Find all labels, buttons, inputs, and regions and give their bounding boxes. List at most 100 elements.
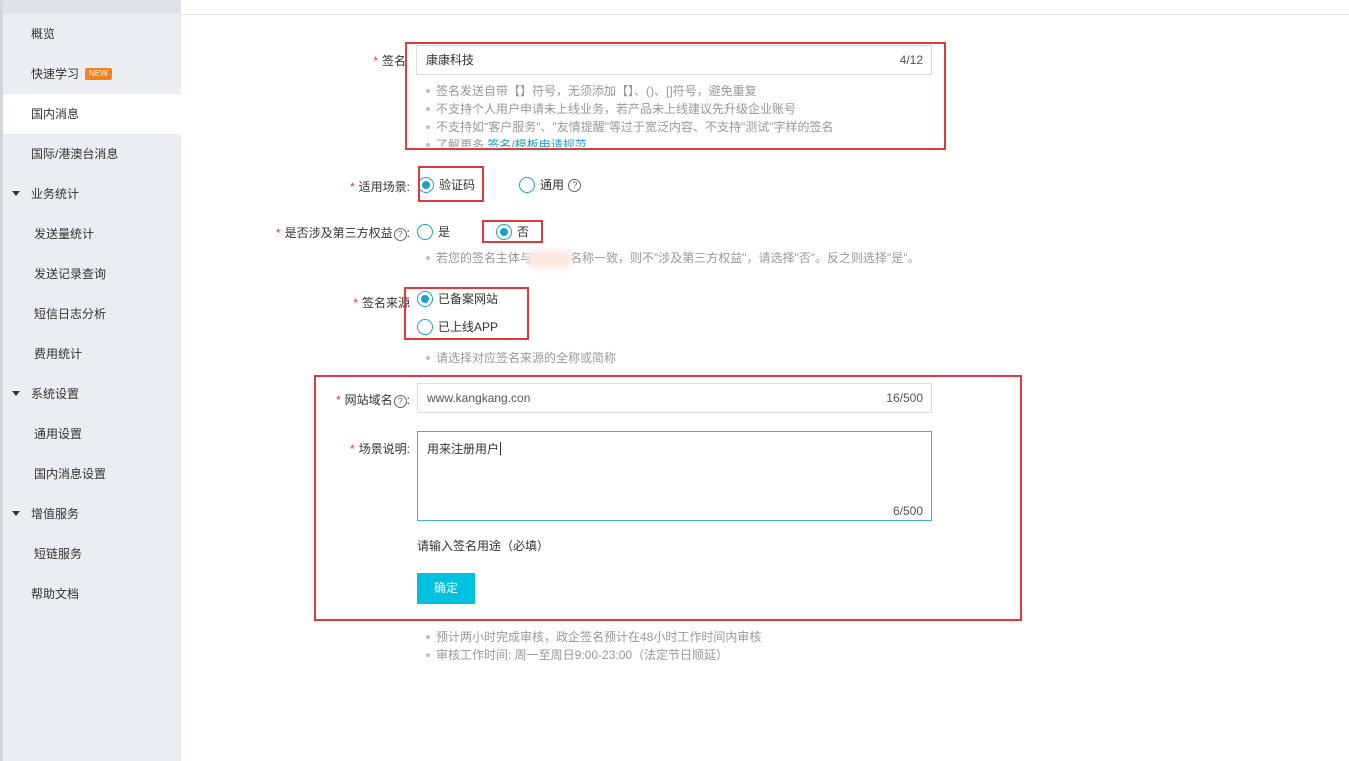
text-cursor [500, 442, 502, 455]
description-label: * 场景说明: [330, 440, 410, 457]
domain-value: www.kangkang.con [427, 391, 531, 405]
help-icon[interactable]: ? [393, 228, 407, 241]
footer-tips: 预计两小时完成审核，政企签名预计在48小时工作时间内审核 审核工作时间: 周一至… [425, 628, 761, 664]
spec-link[interactable]: 签名/模板申请规范 [487, 138, 586, 147]
sidebar-group-label: 系统设置 [31, 387, 80, 401]
third-party-label-text: 是否涉及第三方权益 [284, 226, 393, 240]
sidebar-item-general-settings[interactable]: 通用设置 [3, 414, 181, 454]
scenario-label: * 适用场景: [340, 178, 410, 195]
label-colon: : [406, 226, 410, 240]
radio-label: 已备案网站 [438, 291, 499, 306]
tip-item: 不支持如"客户服务"、"友情提醒"等过于宽泛内容、不支持"测试"字样的签名 [425, 118, 834, 136]
tip-item: 请选择对应签名来源的全称或简称 [425, 349, 616, 367]
sidebar-item-overview[interactable]: 概览 [3, 14, 181, 54]
radio-label: 通用 [540, 177, 565, 192]
sidebar-item-send-volume[interactable]: 发送量统计 [3, 214, 181, 254]
sidebar-item-help-docs[interactable]: 帮助文档 [3, 574, 181, 614]
radio-no[interactable]: 否 [496, 222, 529, 240]
radio-circle [496, 223, 512, 240]
description-textarea[interactable]: 用来注册用户 6/500 [417, 431, 932, 521]
radio-registered-website[interactable]: 已备案网站 [417, 289, 498, 307]
required-mark: * [275, 226, 281, 240]
sidebar-item-label: 通用设置 [34, 427, 83, 441]
sidebar-item-label: 国际/港澳台消息 [31, 147, 119, 161]
required-mark: * [373, 54, 378, 68]
description-label-text: 场景说明: [358, 442, 410, 456]
scenario-label-text: 适用场景: [358, 180, 410, 194]
domain-input[interactable]: www.kangkang.con 16/500 [417, 383, 932, 413]
tip-item: 签名发送自带【】符号，无须添加【】、()、[]符号，避免重复 [425, 82, 834, 100]
radio-label: 已上线APP [438, 319, 499, 334]
new-badge: NEW [85, 68, 112, 80]
radio-verification-code[interactable]: 验证码 [418, 175, 475, 193]
sidebar-item-label: 快速学习 [31, 67, 80, 81]
description-hint: 请输入签名用途（必填） [417, 539, 550, 553]
sidebar-top-strip [3, 0, 181, 14]
sidebar-group-business-stats[interactable]: 业务统计 [3, 174, 181, 214]
sidebar-item-label: 发送量统计 [34, 227, 95, 241]
signature-tips: 签名发送自带【】符号，无须添加【】、()、[]符号，避免重复 不支持个人用户申请… [425, 82, 834, 147]
sidebar-item-domestic-settings[interactable]: 国内消息设置 [3, 454, 181, 494]
sidebar-item-short-link[interactable]: 短链服务 [3, 534, 181, 574]
radio-yes[interactable]: 是 [417, 222, 450, 240]
source-label-text: 签名来源 [361, 296, 410, 310]
sidebar-item-quick-learn[interactable]: 快速学习 NEW [3, 54, 181, 94]
sidebar-item-send-records[interactable]: 发送记录查询 [3, 254, 181, 294]
tip-item: 审核工作时间: 周一至周日9:00-23:00（法定节日顺延） [425, 646, 761, 664]
radio-online-app[interactable]: 已上线APP [417, 317, 498, 335]
required-mark: * [349, 180, 355, 194]
tip-item-more: 了解更多 签名/模板申请规范 [425, 136, 834, 147]
sidebar-group-system-settings[interactable]: 系统设置 [3, 374, 181, 414]
help-icon[interactable]: ? [393, 395, 407, 408]
top-divider [181, 14, 1349, 15]
redaction-blur [528, 250, 572, 268]
sidebar: 概览 快速学习 NEW 国内消息 国际/港澳台消息 业务统计 发送量统计 发送记录… [0, 0, 181, 761]
third-party-tips: 若您的签名主体与 名称一致，则不"涉及第三方权益"，请选择"否"。反之则选择"是"… [425, 249, 920, 267]
description-char-count: 6/500 [892, 504, 923, 518]
radio-circle [417, 223, 433, 240]
sidebar-item-label: 国内消息 [31, 107, 80, 121]
tip-part-1: 若您的签名主体与 [436, 251, 533, 265]
sidebar-item-label: 帮助文档 [31, 587, 80, 601]
sidebar-item-label: 概览 [31, 27, 56, 41]
required-mark: * [335, 393, 341, 407]
confirm-button[interactable]: 确定 [417, 573, 475, 604]
radio-circle [417, 318, 433, 335]
source-tips: 请选择对应签名来源的全称或简称 [425, 349, 616, 367]
signature-label: * 签名 [340, 52, 406, 69]
sidebar-item-label: 短链服务 [34, 547, 83, 561]
domain-char-count: 16/500 [886, 391, 923, 405]
sidebar-item-label: 发送记录查询 [34, 267, 107, 281]
radio-circle [519, 176, 535, 193]
tip-more-prefix: 了解更多 [436, 138, 485, 147]
domain-label-text: 网站域名 [344, 393, 393, 407]
sidebar-item-international-messages[interactable]: 国际/港澳台消息 [3, 134, 181, 174]
third-party-label: * 是否涉及第三方权益?: [260, 224, 410, 241]
radio-circle [417, 290, 433, 307]
tip-part-2: 名称一致，则不"涉及第三方权益"，请选择"否"。反之则选择"是"。 [570, 251, 920, 265]
sidebar-item-label: 短信日志分析 [34, 307, 107, 321]
label-colon: : [406, 393, 410, 407]
sidebar-item-cost-stats[interactable]: 费用统计 [3, 334, 181, 374]
signature-input[interactable]: 康康科技 4/12 [416, 45, 932, 75]
radio-circle [418, 176, 434, 193]
radio-label: 是 [438, 224, 451, 239]
radio-label: 否 [517, 224, 530, 239]
tip-item: 若您的签名主体与 名称一致，则不"涉及第三方权益"，请选择"否"。反之则选择"是"… [425, 249, 920, 267]
sidebar-item-label: 国内消息设置 [34, 467, 107, 481]
caret-down-icon [12, 191, 20, 196]
sidebar-group-value-added[interactable]: 增值服务 [3, 494, 181, 534]
description-value: 用来注册用户 [427, 442, 500, 456]
sidebar-group-label: 业务统计 [31, 187, 80, 201]
radio-label: 验证码 [439, 177, 476, 192]
caret-down-icon [12, 391, 20, 396]
help-icon[interactable]: ? [568, 179, 582, 192]
tip-item: 预计两小时完成审核，政企签名预计在48小时工作时间内审核 [425, 628, 761, 646]
signature-char-count: 4/12 [899, 53, 923, 67]
sidebar-item-sms-log-analysis[interactable]: 短信日志分析 [3, 294, 181, 334]
domain-label: * 网站域名?: [320, 391, 410, 408]
sidebar-item-domestic-messages[interactable]: 国内消息 [3, 94, 181, 134]
required-mark: * [353, 296, 358, 310]
caret-down-icon [12, 511, 20, 516]
radio-general[interactable]: 通用 ? [519, 175, 582, 193]
